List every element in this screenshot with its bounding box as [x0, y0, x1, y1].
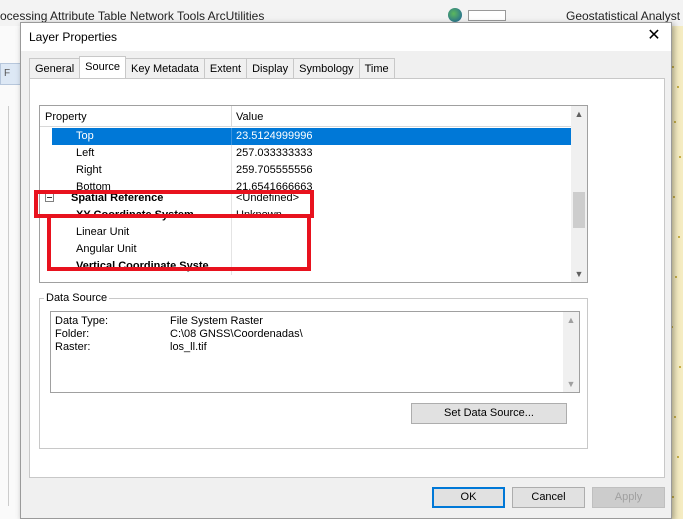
data-source-scrollbar[interactable]: ▲ ▼ [563, 312, 579, 392]
globe-icon[interactable] [448, 8, 462, 22]
data-source-value: C:\08 GNSS\Coordenadas\ [170, 328, 303, 340]
data-source-value: los_ll.tif [170, 341, 207, 353]
background-divider [8, 106, 9, 506]
scroll-down-icon[interactable]: ▼ [571, 266, 587, 282]
header-value[interactable]: Value [236, 111, 263, 123]
tab-key-metadata[interactable]: Key Metadata [125, 58, 205, 78]
layer-properties-dialog: Layer Properties ✕ General Source Key Meta… [20, 22, 672, 519]
source-tab-page: Property Value Top 23.5124999996 Left 25… [29, 78, 665, 478]
data-source-key: Data Type: [55, 315, 108, 327]
tab-source[interactable]: Source [79, 56, 126, 78]
dialog-title-bar[interactable]: Layer Properties ✕ [21, 23, 671, 51]
set-data-source-button[interactable]: Set Data Source... [411, 403, 567, 424]
ok-button[interactable]: OK [432, 487, 505, 508]
tab-symbology[interactable]: Symbology [293, 58, 360, 78]
close-icon[interactable]: ✕ [643, 25, 665, 47]
scroll-down-icon[interactable]: ▼ [563, 376, 579, 392]
property-value: 259.705555556 [236, 164, 313, 176]
data-source-group: Data Source Data Type: File System Raste… [39, 292, 588, 449]
scroll-up-icon[interactable]: ▲ [571, 106, 587, 122]
property-grid-header: Property Value [40, 106, 571, 127]
data-source-info-box: Data Type: File System Raster Folder: C:… [50, 311, 580, 393]
dialog-tabs: General Source Key Metadata Extent Display Sy… [29, 56, 395, 79]
background-left-tab[interactable]: F [0, 63, 22, 85]
tab-general[interactable]: General [29, 58, 81, 78]
property-name: Top [76, 130, 94, 142]
background-menu-text: ocessing Attribute Table Network Tools A… [0, 9, 265, 23]
tab-time[interactable]: Time [358, 58, 395, 78]
property-row-top[interactable]: Top 23.5124999996 [40, 128, 571, 145]
scroll-thumb[interactable] [573, 192, 585, 228]
background-toolbar-input[interactable] [468, 10, 506, 21]
dialog-title: Layer Properties [29, 30, 118, 44]
property-name: Left [76, 147, 95, 159]
property-grid-scrollbar[interactable]: ▲ ▼ [571, 106, 587, 282]
apply-button[interactable]: Apply [592, 487, 665, 508]
data-source-value: File System Raster [170, 315, 263, 327]
property-row-right[interactable]: Right 259.705555556 [40, 162, 571, 179]
property-value: 257.033333333 [236, 147, 313, 159]
scroll-up-icon[interactable]: ▲ [563, 312, 579, 328]
property-name: Right [76, 164, 102, 176]
background-toolbar-icons [438, 8, 506, 22]
tab-extent[interactable]: Extent [203, 58, 248, 78]
header-property[interactable]: Property [45, 111, 87, 123]
highlight-box-coordinate-system [47, 214, 311, 271]
tab-display[interactable]: Display [246, 58, 295, 78]
property-value: 23.5124999996 [236, 130, 313, 142]
cancel-button[interactable]: Cancel [512, 487, 585, 508]
property-row-left[interactable]: Left 257.033333333 [40, 145, 571, 162]
property-row-bottom[interactable]: Bottom 21.6541666663 [40, 179, 571, 196]
data-source-label: Data Source [44, 292, 110, 304]
data-source-key: Raster: [55, 341, 91, 353]
background-menu-geostatistical[interactable]: Geostatistical Analyst [566, 9, 680, 23]
data-source-key: Folder: [55, 328, 90, 340]
